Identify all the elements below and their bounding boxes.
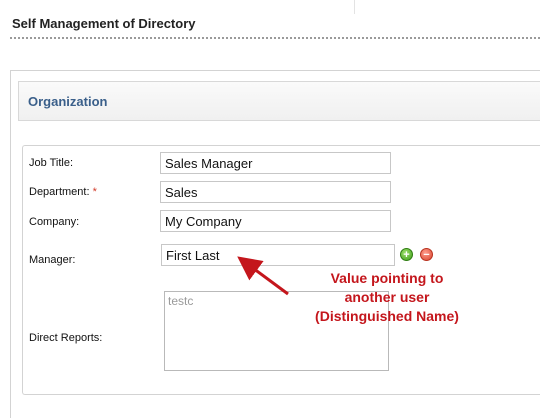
annotation-line-3: (Distinguished Name) <box>315 308 459 324</box>
annotation-arrow-icon <box>237 256 289 296</box>
annotation-callout: Value pointing to another user (Distingu… <box>282 269 492 326</box>
annotation-line-2: another user <box>344 289 430 305</box>
annotation-line-1: Value pointing to <box>330 270 444 286</box>
